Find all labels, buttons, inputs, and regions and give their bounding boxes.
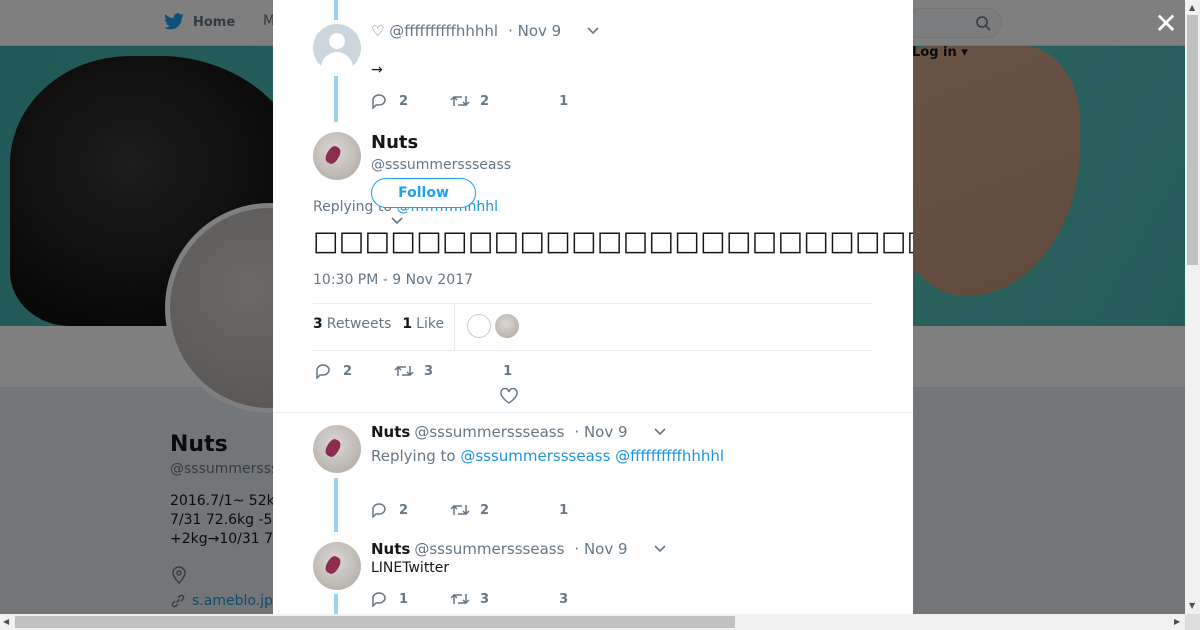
retweet-icon	[450, 504, 470, 516]
reply-count: 2	[399, 502, 409, 518]
tweet-stats: 3 Retweets 1 Like	[313, 316, 444, 332]
reply-icon	[372, 503, 386, 518]
like-count: 3	[559, 591, 569, 607]
reply-count: 2	[399, 93, 409, 109]
thread-line	[334, 478, 338, 532]
retweet-count: 2	[480, 502, 490, 518]
scroll-left-arrow-icon[interactable]: ◀	[3, 617, 9, 626]
divider	[454, 304, 455, 350]
horizontal-scrollbar[interactable]: ◀ ▶	[0, 614, 1185, 630]
tweet-handle[interactable]: @sssummerssseass	[414, 540, 564, 558]
liker-avatar[interactable]	[495, 314, 519, 338]
retweet-count: 2	[480, 93, 490, 109]
tweet-handle[interactable]: ♡ @ffffffffffhhhhl	[371, 22, 498, 40]
main-tweet-name[interactable]: Nuts	[371, 132, 418, 153]
tweet-header: Nuts @sssummerssseass · Nov 9	[371, 540, 666, 558]
retweet-icon	[450, 95, 470, 107]
tweet-text: →	[371, 62, 383, 78]
avatar[interactable]	[313, 542, 361, 590]
follow-button[interactable]: Follow	[371, 178, 476, 208]
main-tweet-timestamp[interactable]: 10:30 PM - 9 Nov 2017	[313, 272, 473, 288]
tweet-actions: 2 3 1	[315, 363, 512, 379]
reply-icon	[316, 364, 330, 379]
vertical-scroll-thumb[interactable]	[1187, 15, 1198, 265]
retweet-button[interactable]: 2	[450, 503, 489, 518]
retweet-icon	[394, 365, 414, 377]
scroll-right-arrow-icon[interactable]: ▶	[1174, 617, 1180, 626]
tweet-modal: ♡ @ffffffffffhhhhl · Nov 9 → 2 2 1 Nuts …	[273, 0, 913, 614]
chevron-down-icon[interactable]	[391, 217, 403, 225]
like-button[interactable]: 1	[503, 364, 512, 379]
vertical-scrollbar[interactable]: ▲ ▼	[1185, 0, 1200, 614]
main-tweet-handle[interactable]: @sssummerssseass	[371, 157, 511, 173]
likes-stat-label: Like	[416, 316, 445, 332]
liker-avatar[interactable]	[467, 314, 491, 338]
retweets-stat-count: 3	[313, 316, 323, 332]
tweet-replying: Replying to @sssummerssseass @ffffffffff…	[371, 447, 724, 465]
thread-line	[334, 0, 338, 20]
reply-icon	[372, 592, 386, 607]
retweets-stat[interactable]: 3 Retweets	[313, 316, 391, 332]
tweet-header: Nuts @sssummerssseass · Nov 9	[371, 423, 666, 441]
avatar[interactable]	[313, 24, 361, 72]
like-button[interactable]: 3	[559, 592, 568, 607]
reply-button[interactable]: 2	[315, 363, 352, 379]
avatar[interactable]	[313, 132, 361, 180]
likes-stat[interactable]: 1 Like	[402, 316, 444, 332]
retweet-count: 3	[424, 363, 434, 379]
reply-button[interactable]: 1	[371, 591, 408, 607]
tweet-date[interactable]: · Nov 9	[508, 22, 561, 40]
replying-prefix: Replying to	[371, 447, 461, 465]
divider	[313, 303, 873, 304]
scrollbar-corner	[1185, 614, 1200, 630]
close-icon[interactable]: ✕	[1154, 10, 1178, 38]
like-count: 1	[503, 363, 513, 379]
tweet-actions: 2 2 1	[371, 502, 568, 518]
retweet-count: 3	[480, 591, 490, 607]
reply-button[interactable]: 2	[371, 93, 408, 109]
reply-button[interactable]: 2	[371, 502, 408, 518]
main-tweet-text: □□□□□□□□□□□□□□□□□□□□□□□□□□□□□□□□□□□□□□□□…	[313, 226, 913, 257]
tweet-handle[interactable]: @sssummerssseass	[414, 423, 564, 441]
tweet-name[interactable]: Nuts	[371, 540, 410, 558]
heart-icon[interactable]	[500, 388, 518, 404]
retweet-button[interactable]: 3	[394, 364, 433, 379]
divider	[313, 350, 873, 351]
likes-stat-count: 1	[402, 316, 413, 332]
chevron-down-icon[interactable]	[587, 27, 599, 35]
tweet-text: LINETwitter	[371, 560, 450, 576]
retweet-button[interactable]: 2	[450, 94, 489, 109]
thread-line	[334, 594, 338, 614]
chevron-down-icon[interactable]	[653, 428, 666, 436]
thread-line	[334, 76, 338, 122]
retweet-button[interactable]: 3	[450, 592, 489, 607]
replying-handles[interactable]: @sssummerssseass @ffffffffffhhhhl	[460, 447, 724, 465]
scroll-down-arrow-icon[interactable]: ▼	[1189, 601, 1195, 610]
divider	[273, 412, 913, 413]
like-count: 1	[559, 502, 569, 518]
tweet-header: ♡ @ffffffffffhhhhl · Nov 9	[371, 22, 599, 40]
like-count: 1	[559, 93, 569, 109]
tweet-date[interactable]: · Nov 9	[574, 423, 627, 441]
tweet-name[interactable]: Nuts	[371, 423, 410, 441]
chevron-down-icon[interactable]	[653, 545, 666, 553]
retweet-icon	[450, 593, 470, 605]
tweet-date[interactable]: · Nov 9	[574, 540, 627, 558]
like-button[interactable]: 1	[559, 94, 568, 109]
avatar[interactable]	[313, 425, 361, 473]
horizontal-scroll-thumb[interactable]	[15, 616, 735, 628]
reply-count: 2	[343, 363, 353, 379]
reply-count: 1	[399, 591, 409, 607]
like-button[interactable]: 1	[559, 503, 568, 518]
retweets-stat-label: Retweets	[326, 316, 392, 332]
reply-icon	[372, 94, 386, 109]
tweet-actions: 2 2 1	[371, 93, 568, 109]
scroll-up-arrow-icon[interactable]: ▲	[1189, 3, 1195, 12]
tweet-actions: 1 3 3	[371, 591, 568, 607]
